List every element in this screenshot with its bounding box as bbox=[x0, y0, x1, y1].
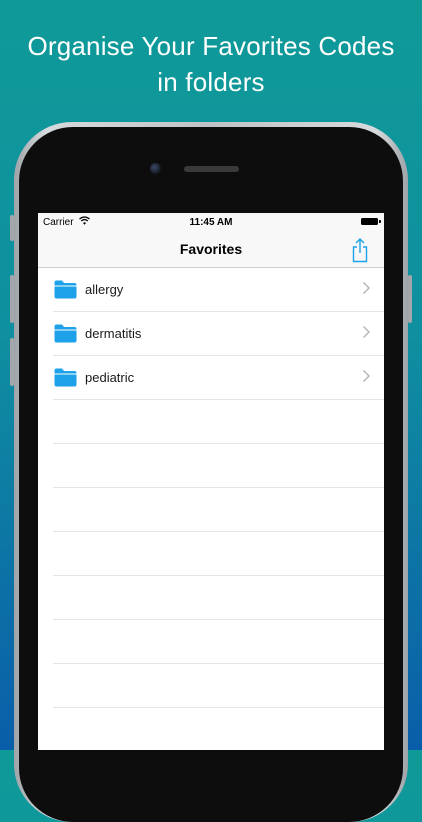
folder-label: pediatric bbox=[85, 370, 135, 385]
folder-label: allergy bbox=[85, 282, 124, 297]
front-camera bbox=[150, 163, 161, 174]
marketing-headline: Organise Your Favorites Codes in folders bbox=[0, 28, 422, 100]
phone-power-button bbox=[408, 275, 412, 323]
earpiece-speaker bbox=[184, 166, 239, 172]
empty-table-row bbox=[53, 444, 384, 488]
empty-table-row bbox=[53, 400, 384, 444]
list-item-folder[interactable]: allergy bbox=[53, 268, 384, 312]
phone-volume-down bbox=[10, 338, 14, 386]
empty-table-row bbox=[53, 488, 384, 532]
share-button[interactable] bbox=[348, 237, 372, 263]
page-title: Favorites bbox=[179, 241, 243, 257]
headline-line-2: in folders bbox=[157, 67, 265, 97]
empty-table-row bbox=[53, 576, 384, 620]
empty-table-row bbox=[53, 664, 384, 708]
status-time: 11:45 AM bbox=[189, 217, 233, 228]
list-item-folder[interactable]: pediatric bbox=[53, 356, 384, 400]
phone-mute-switch bbox=[10, 215, 14, 241]
navigation-bar: Favorites bbox=[38, 233, 384, 268]
list-item-folder[interactable]: dermatitis bbox=[53, 312, 384, 356]
favorites-folder-list: allergy dermatitis pediatric bbox=[38, 268, 384, 750]
folder-icon bbox=[54, 280, 77, 299]
battery-icon bbox=[361, 218, 381, 225]
share-icon bbox=[352, 238, 368, 263]
empty-table-row bbox=[53, 620, 384, 664]
chevron-right-icon bbox=[362, 325, 371, 339]
headline-line-1: Organise Your Favorites Codes bbox=[27, 31, 395, 61]
empty-table-row bbox=[53, 532, 384, 576]
status-bar: Carrier 11:45 AM bbox=[38, 213, 384, 233]
folder-label: dermatitis bbox=[85, 326, 142, 341]
app-screen: Carrier 11:45 AM Favorites allergy derma… bbox=[38, 213, 384, 750]
phone-volume-up bbox=[10, 275, 14, 323]
empty-table-row bbox=[53, 708, 384, 750]
chevron-right-icon bbox=[362, 369, 371, 383]
chevron-right-icon bbox=[362, 281, 371, 295]
folder-icon bbox=[54, 324, 77, 343]
folder-icon bbox=[54, 368, 77, 387]
